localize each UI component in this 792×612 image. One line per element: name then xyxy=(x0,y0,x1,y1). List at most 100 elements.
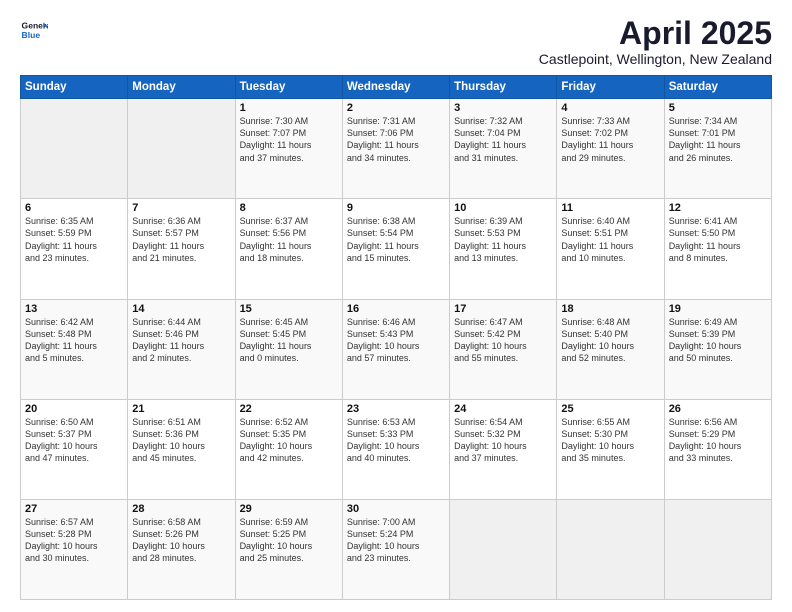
table-row: 3Sunrise: 7:32 AM Sunset: 7:04 PM Daylig… xyxy=(450,99,557,199)
day-number: 25 xyxy=(561,403,659,415)
day-number: 22 xyxy=(240,403,338,415)
table-row: 29Sunrise: 6:59 AM Sunset: 5:25 PM Dayli… xyxy=(235,499,342,599)
table-row: 7Sunrise: 6:36 AM Sunset: 5:57 PM Daylig… xyxy=(128,199,235,299)
table-row: 28Sunrise: 6:58 AM Sunset: 5:26 PM Dayli… xyxy=(128,499,235,599)
day-number: 16 xyxy=(347,303,445,315)
table-row: 9Sunrise: 6:38 AM Sunset: 5:54 PM Daylig… xyxy=(342,199,449,299)
table-row: 25Sunrise: 6:55 AM Sunset: 5:30 PM Dayli… xyxy=(557,399,664,499)
table-row: 12Sunrise: 6:41 AM Sunset: 5:50 PM Dayli… xyxy=(664,199,771,299)
day-number: 18 xyxy=(561,303,659,315)
table-row: 14Sunrise: 6:44 AM Sunset: 5:46 PM Dayli… xyxy=(128,299,235,399)
table-row: 5Sunrise: 7:34 AM Sunset: 7:01 PM Daylig… xyxy=(664,99,771,199)
calendar-header-row: Sunday Monday Tuesday Wednesday Thursday… xyxy=(21,76,772,99)
day-info: Sunrise: 7:31 AM Sunset: 7:06 PM Dayligh… xyxy=(347,115,445,164)
day-number: 3 xyxy=(454,102,552,114)
calendar-week-row: 13Sunrise: 6:42 AM Sunset: 5:48 PM Dayli… xyxy=(21,299,772,399)
day-info: Sunrise: 6:54 AM Sunset: 5:32 PM Dayligh… xyxy=(454,416,552,465)
day-number: 5 xyxy=(669,102,767,114)
header-friday: Friday xyxy=(557,76,664,99)
day-info: Sunrise: 6:40 AM Sunset: 5:51 PM Dayligh… xyxy=(561,215,659,264)
table-row xyxy=(128,99,235,199)
day-number: 10 xyxy=(454,202,552,214)
header: General Blue April 2025 Castlepoint, Wel… xyxy=(20,16,772,67)
calendar-week-row: 6Sunrise: 6:35 AM Sunset: 5:59 PM Daylig… xyxy=(21,199,772,299)
day-info: Sunrise: 6:42 AM Sunset: 5:48 PM Dayligh… xyxy=(25,316,123,365)
day-info: Sunrise: 7:33 AM Sunset: 7:02 PM Dayligh… xyxy=(561,115,659,164)
table-row: 27Sunrise: 6:57 AM Sunset: 5:28 PM Dayli… xyxy=(21,499,128,599)
table-row: 10Sunrise: 6:39 AM Sunset: 5:53 PM Dayli… xyxy=(450,199,557,299)
table-row: 4Sunrise: 7:33 AM Sunset: 7:02 PM Daylig… xyxy=(557,99,664,199)
day-number: 11 xyxy=(561,202,659,214)
day-info: Sunrise: 6:45 AM Sunset: 5:45 PM Dayligh… xyxy=(240,316,338,365)
day-info: Sunrise: 6:35 AM Sunset: 5:59 PM Dayligh… xyxy=(25,215,123,264)
calendar-week-row: 20Sunrise: 6:50 AM Sunset: 5:37 PM Dayli… xyxy=(21,399,772,499)
table-row xyxy=(450,499,557,599)
day-info: Sunrise: 6:56 AM Sunset: 5:29 PM Dayligh… xyxy=(669,416,767,465)
day-info: Sunrise: 6:39 AM Sunset: 5:53 PM Dayligh… xyxy=(454,215,552,264)
calendar-week-row: 1Sunrise: 7:30 AM Sunset: 7:07 PM Daylig… xyxy=(21,99,772,199)
header-wednesday: Wednesday xyxy=(342,76,449,99)
day-number: 13 xyxy=(25,303,123,315)
day-number: 8 xyxy=(240,202,338,214)
day-info: Sunrise: 6:53 AM Sunset: 5:33 PM Dayligh… xyxy=(347,416,445,465)
day-number: 12 xyxy=(669,202,767,214)
header-sunday: Sunday xyxy=(21,76,128,99)
header-saturday: Saturday xyxy=(664,76,771,99)
main-title: April 2025 xyxy=(539,16,772,51)
day-info: Sunrise: 6:41 AM Sunset: 5:50 PM Dayligh… xyxy=(669,215,767,264)
table-row xyxy=(21,99,128,199)
table-row: 20Sunrise: 6:50 AM Sunset: 5:37 PM Dayli… xyxy=(21,399,128,499)
table-row: 18Sunrise: 6:48 AM Sunset: 5:40 PM Dayli… xyxy=(557,299,664,399)
table-row: 21Sunrise: 6:51 AM Sunset: 5:36 PM Dayli… xyxy=(128,399,235,499)
table-row: 24Sunrise: 6:54 AM Sunset: 5:32 PM Dayli… xyxy=(450,399,557,499)
day-info: Sunrise: 6:46 AM Sunset: 5:43 PM Dayligh… xyxy=(347,316,445,365)
table-row xyxy=(557,499,664,599)
day-number: 6 xyxy=(25,202,123,214)
day-number: 23 xyxy=(347,403,445,415)
day-number: 30 xyxy=(347,503,445,515)
table-row: 6Sunrise: 6:35 AM Sunset: 5:59 PM Daylig… xyxy=(21,199,128,299)
day-info: Sunrise: 7:32 AM Sunset: 7:04 PM Dayligh… xyxy=(454,115,552,164)
table-row: 22Sunrise: 6:52 AM Sunset: 5:35 PM Dayli… xyxy=(235,399,342,499)
table-row: 23Sunrise: 6:53 AM Sunset: 5:33 PM Dayli… xyxy=(342,399,449,499)
day-number: 7 xyxy=(132,202,230,214)
table-row: 2Sunrise: 7:31 AM Sunset: 7:06 PM Daylig… xyxy=(342,99,449,199)
day-info: Sunrise: 6:36 AM Sunset: 5:57 PM Dayligh… xyxy=(132,215,230,264)
day-number: 1 xyxy=(240,102,338,114)
header-monday: Monday xyxy=(128,76,235,99)
day-number: 26 xyxy=(669,403,767,415)
table-row: 8Sunrise: 6:37 AM Sunset: 5:56 PM Daylig… xyxy=(235,199,342,299)
day-info: Sunrise: 7:34 AM Sunset: 7:01 PM Dayligh… xyxy=(669,115,767,164)
day-info: Sunrise: 6:47 AM Sunset: 5:42 PM Dayligh… xyxy=(454,316,552,365)
table-row: 19Sunrise: 6:49 AM Sunset: 5:39 PM Dayli… xyxy=(664,299,771,399)
table-row: 26Sunrise: 6:56 AM Sunset: 5:29 PM Dayli… xyxy=(664,399,771,499)
day-info: Sunrise: 7:30 AM Sunset: 7:07 PM Dayligh… xyxy=(240,115,338,164)
day-number: 15 xyxy=(240,303,338,315)
table-row: 16Sunrise: 6:46 AM Sunset: 5:43 PM Dayli… xyxy=(342,299,449,399)
day-number: 29 xyxy=(240,503,338,515)
day-number: 24 xyxy=(454,403,552,415)
day-info: Sunrise: 6:48 AM Sunset: 5:40 PM Dayligh… xyxy=(561,316,659,365)
title-block: April 2025 Castlepoint, Wellington, New … xyxy=(539,16,772,67)
day-info: Sunrise: 6:55 AM Sunset: 5:30 PM Dayligh… xyxy=(561,416,659,465)
header-tuesday: Tuesday xyxy=(235,76,342,99)
day-info: Sunrise: 6:59 AM Sunset: 5:25 PM Dayligh… xyxy=(240,516,338,565)
header-thursday: Thursday xyxy=(450,76,557,99)
table-row: 11Sunrise: 6:40 AM Sunset: 5:51 PM Dayli… xyxy=(557,199,664,299)
table-row: 30Sunrise: 7:00 AM Sunset: 5:24 PM Dayli… xyxy=(342,499,449,599)
logo: General Blue xyxy=(20,16,48,44)
day-info: Sunrise: 6:44 AM Sunset: 5:46 PM Dayligh… xyxy=(132,316,230,365)
table-row: 15Sunrise: 6:45 AM Sunset: 5:45 PM Dayli… xyxy=(235,299,342,399)
calendar-week-row: 27Sunrise: 6:57 AM Sunset: 5:28 PM Dayli… xyxy=(21,499,772,599)
day-number: 9 xyxy=(347,202,445,214)
day-number: 19 xyxy=(669,303,767,315)
day-info: Sunrise: 6:58 AM Sunset: 5:26 PM Dayligh… xyxy=(132,516,230,565)
day-info: Sunrise: 6:38 AM Sunset: 5:54 PM Dayligh… xyxy=(347,215,445,264)
subtitle: Castlepoint, Wellington, New Zealand xyxy=(539,51,772,67)
day-info: Sunrise: 6:51 AM Sunset: 5:36 PM Dayligh… xyxy=(132,416,230,465)
day-info: Sunrise: 6:49 AM Sunset: 5:39 PM Dayligh… xyxy=(669,316,767,365)
day-number: 28 xyxy=(132,503,230,515)
table-row xyxy=(664,499,771,599)
logo-icon: General Blue xyxy=(20,16,48,44)
svg-text:Blue: Blue xyxy=(22,30,41,40)
